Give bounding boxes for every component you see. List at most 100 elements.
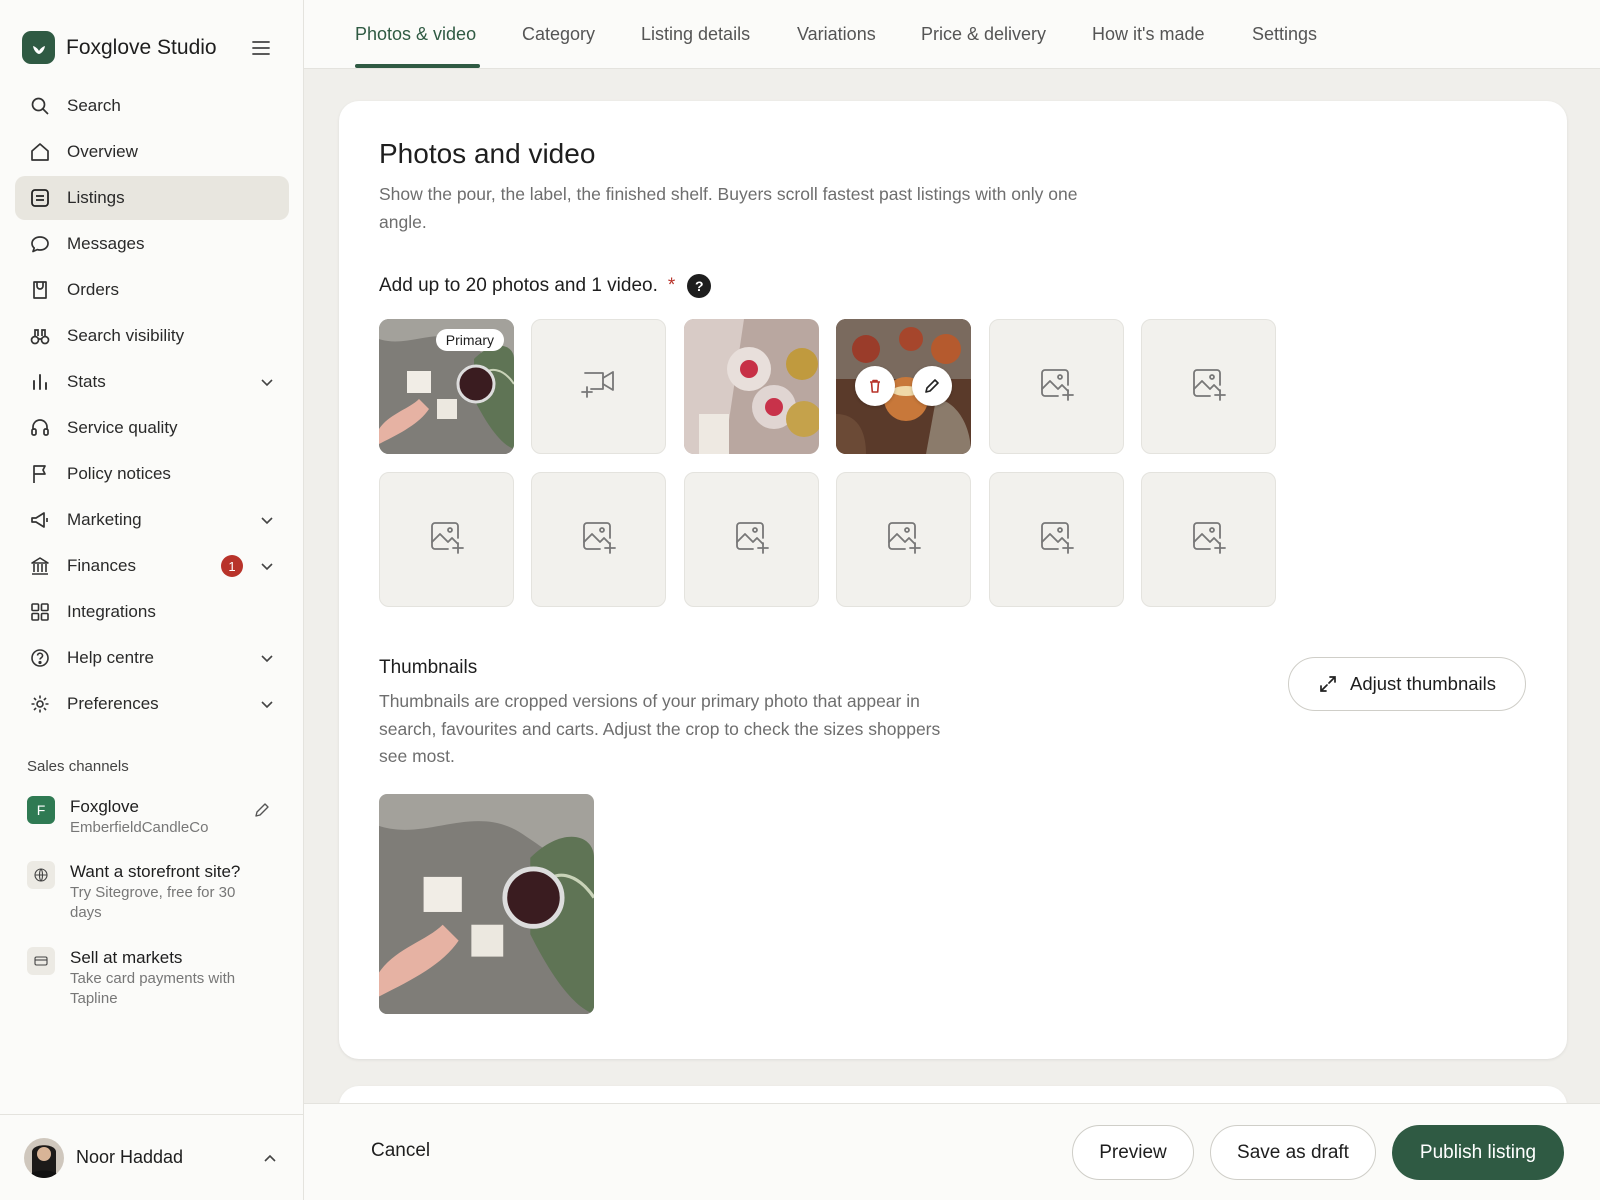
notification-badge: 1 [221,555,243,577]
chevron-down-icon[interactable] [259,512,275,528]
megaphone-icon [29,509,51,531]
user-name: Noor Haddad [76,1147,184,1167]
tab-listing-details[interactable]: Listing details [641,24,750,45]
photo-tile-hover[interactable] [836,319,971,454]
avatar [24,1137,64,1178]
channel-subtitle: Take card payments with Tapline [70,970,236,1007]
add-photo-tile[interactable] [1141,472,1276,607]
sidebar-item-label: Listings [67,188,125,207]
sidebar-item-search[interactable]: Search [15,84,289,128]
sidebar-item-marketing[interactable]: Marketing [15,498,289,542]
sidebar-item-listings[interactable]: Listings [15,176,289,220]
tab-settings[interactable]: Settings [1252,24,1317,45]
add-photo-tile[interactable] [379,472,514,607]
sidebar-item-preferences[interactable]: Preferences [15,682,289,726]
channel-subtitle: Try Sitegrove, free for 30 days [70,884,236,921]
photo-tile-primary[interactable]: Primary [379,319,514,454]
brand[interactable]: Foxglove Studio [22,31,217,64]
sidebar-item-label: Integrations [67,602,156,621]
sidebar-item-overview[interactable]: Overview [15,130,289,174]
sidebar-item-policy-notices[interactable]: Policy notices [15,452,289,496]
required-marker: * [667,275,676,296]
sidebar-item-finances[interactable]: Finances 1 [15,544,289,588]
channel-storefront[interactable]: Want a storefront site? Try Sitegrove, f… [27,861,270,923]
cancel-button[interactable]: Cancel [371,1140,430,1162]
sidebar-item-orders[interactable]: Orders [15,268,289,312]
save-draft-button[interactable]: Save as draft [1210,1125,1376,1180]
sidebar-item-messages[interactable]: Messages [15,222,289,266]
sidebar-item-label: Orders [67,280,119,299]
tab-variations[interactable]: Variations [797,24,876,45]
chevron-down-icon[interactable] [259,696,275,712]
add-photo-icon [1038,519,1076,560]
sidebar-item-label: Marketing [67,510,142,529]
channel-subtitle: EmberfieldCandleCo [70,819,209,836]
sidebar-item-label: Service quality [67,418,178,437]
thumbnail-image [379,794,594,1014]
sidebar-item-integrations[interactable]: Integrations [15,590,289,634]
tab-price-delivery[interactable]: Price & delivery [921,24,1046,45]
tab-category[interactable]: Category [522,24,595,45]
sidebar-item-label: Search visibility [67,326,185,345]
delete-photo-button[interactable] [855,366,895,406]
trash-icon [870,379,880,393]
edit-photo-button[interactable] [912,366,952,406]
bar-chart-icon [29,371,51,393]
flag-icon [29,463,51,485]
preview-button[interactable]: Preview [1072,1125,1194,1180]
section-description: Show the pour, the label, the finished s… [379,184,1078,232]
add-photo-tile[interactable] [531,472,666,607]
add-video-tile[interactable] [531,319,666,454]
sidebar-item-search-visibility[interactable]: Search visibility [15,314,289,358]
adjust-thumbnails-button[interactable]: Adjust thumbnails [1288,657,1526,711]
binoculars-icon [29,325,51,347]
help-icon[interactable]: ? [687,274,712,298]
add-photo-tile[interactable] [836,472,971,607]
sidebar-item-label: Stats [67,372,106,391]
publish-listing-button[interactable]: Publish listing [1392,1125,1564,1180]
grid-icon [29,601,51,623]
add-photo-tile[interactable] [989,472,1124,607]
sidebar-item-help-centre[interactable]: Help centre [15,636,289,680]
chevron-down-icon[interactable] [259,650,275,666]
sidebar: Foxglove Studio Search Overview Listings… [0,0,304,1200]
active-tab-indicator [355,64,480,68]
channel-title: Foxglove [70,797,139,816]
footer-bar: Cancel Preview Save as draft Publish lis… [304,1103,1600,1200]
sidebar-item-service-quality[interactable]: Service quality [15,406,289,450]
add-photo-tile[interactable] [989,319,1124,454]
chevron-down-icon[interactable] [259,558,275,574]
thumbnails-title: Thumbnails [379,657,478,678]
chevron-down-icon[interactable] [259,374,275,390]
sidebar-item-label: Help centre [67,648,154,667]
tab-photos-video[interactable]: Photos & video [355,24,476,45]
globe-icon [27,861,55,889]
help-icon [29,647,51,669]
leaf-logo-icon [22,31,55,64]
adjust-thumbnails-label: Adjust thumbnails [1349,673,1497,694]
tab-bar: Photos & video Category Listing details … [304,0,1600,69]
chevron-up-icon [262,1151,278,1167]
sidebar-item-label: Preferences [67,694,159,713]
add-photo-icon [1190,366,1228,407]
menu-icon[interactable] [250,37,272,59]
channel-markets[interactable]: Sell at markets Take card payments with … [27,947,270,1009]
edit-icon[interactable] [254,802,270,818]
add-photo-icon [580,519,618,560]
channel-title: Sell at markets [70,948,183,967]
photo-tile[interactable] [684,319,819,454]
add-photo-tile[interactable] [1141,319,1276,454]
add-photo-tile[interactable] [684,472,819,607]
message-icon [29,233,51,255]
bank-icon [29,555,51,577]
tab-how-its-made[interactable]: How it's made [1092,24,1204,45]
sidebar-item-label: Overview [67,142,138,161]
channel-foxglove[interactable]: F Foxglove EmberfieldCandleCo [27,796,270,838]
sidebar-item-label: Policy notices [67,464,171,483]
sidebar-item-stats[interactable]: Stats [15,360,289,404]
add-photo-icon [885,519,923,560]
channel-title: Want a storefront site? [70,862,241,881]
user-menu[interactable]: Noor Haddad [0,1114,304,1200]
pencil-icon [925,379,939,393]
listings-icon [29,187,51,209]
